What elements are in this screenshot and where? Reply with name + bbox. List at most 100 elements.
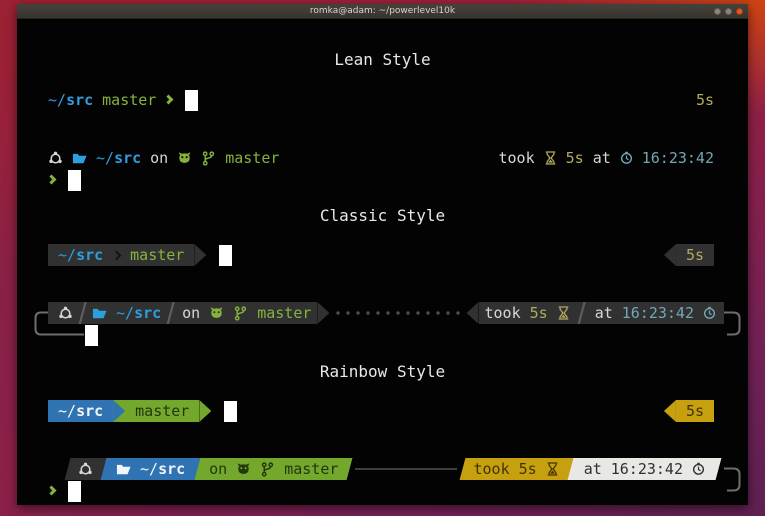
classic-prompt-single: ~/src master 5s	[48, 244, 714, 266]
git-branch-name: master	[284, 460, 338, 478]
classic-duration-segment: took 5s	[479, 302, 576, 324]
rainbow-duration-segment: 5s	[676, 400, 714, 422]
close-button[interactable]	[736, 8, 743, 15]
command-duration: 5s	[696, 89, 714, 111]
dir-prefix: ~/	[58, 402, 76, 420]
git-branch-name: master	[102, 89, 156, 111]
git-branch-name: master	[225, 147, 279, 169]
rainbow-git-segment: master	[125, 400, 199, 422]
at-label: at	[584, 460, 602, 478]
slant-separator	[98, 458, 109, 480]
terminal-cursor	[219, 245, 232, 266]
hourglass-icon	[546, 462, 559, 476]
clock-icon	[620, 151, 633, 165]
took-label: took	[499, 147, 535, 169]
powerline-arrow-icon	[194, 244, 206, 266]
lean-p1-directory: ~/src	[48, 89, 93, 111]
rainbow-git-segment: on master	[203, 458, 344, 480]
window-controls	[714, 8, 743, 15]
git-branch-icon	[260, 462, 275, 477]
on-label: on	[150, 147, 168, 169]
folder-icon	[72, 151, 87, 166]
dir-name: src	[76, 246, 103, 264]
window-title: romka@adam: ~/powerlevel10k	[310, 4, 455, 19]
clock-icon	[703, 306, 716, 320]
ubuntu-logo-icon	[78, 462, 93, 477]
prompt-frame-right	[724, 311, 741, 337]
powerline-arrow-icon	[113, 400, 125, 422]
git-branch-icon	[233, 306, 248, 321]
lean-p2-directory: ~/src	[96, 147, 141, 169]
powerline-arrow-icon	[467, 302, 479, 324]
chevron-right-icon	[47, 485, 57, 495]
gap-filler-line	[355, 468, 456, 470]
slant-separator	[457, 458, 468, 480]
terminal-content[interactable]: Lean Style ~/src master 5s ~/src on mast…	[17, 20, 748, 505]
folder-icon	[116, 462, 131, 477]
command-duration: 5s	[530, 304, 548, 322]
dir-prefix: ~/	[96, 149, 114, 167]
at-label: at	[593, 147, 611, 169]
dir-name: src	[114, 149, 141, 167]
folder-icon	[92, 306, 107, 321]
segment-separator-icon	[112, 250, 122, 260]
gap-filler-dots	[331, 302, 464, 324]
on-label: on	[209, 460, 227, 478]
slant-separator	[62, 458, 73, 480]
hourglass-icon	[557, 306, 570, 320]
rainbow-os-segment	[73, 458, 98, 480]
terminal-cursor	[85, 325, 98, 346]
terminal-window: romka@adam: ~/powerlevel10k Lean Style ~…	[17, 4, 748, 505]
thin-separator	[576, 302, 587, 324]
current-time: 16:23:42	[622, 304, 694, 322]
rainbow-style-heading: Rainbow Style	[17, 362, 748, 381]
github-icon	[209, 306, 224, 321]
chevron-right-icon	[47, 174, 57, 184]
rainbow-prompt-multiline: ~/src on master took 5	[48, 458, 724, 502]
dir-name: src	[134, 304, 161, 322]
terminal-cursor	[68, 481, 81, 502]
took-label: took	[474, 460, 510, 478]
dir-prefix: ~/	[58, 246, 76, 264]
classic-time-segment: at 16:23:42	[587, 302, 724, 324]
dir-prefix: ~/	[140, 460, 158, 478]
terminal-cursor	[68, 170, 81, 191]
git-branch-name: master	[135, 400, 189, 422]
command-duration: 5s	[686, 400, 704, 422]
current-time: 16:23:42	[611, 460, 683, 478]
classic-prompt-line1: ~/src on master took 5	[48, 302, 724, 324]
current-time: 16:23:42	[642, 147, 714, 169]
minimize-button[interactable]	[714, 8, 721, 15]
classic-right-segment: 5s	[676, 244, 714, 266]
classic-p2-directory: ~/src	[116, 304, 161, 322]
github-icon	[177, 151, 192, 166]
command-duration: 5s	[686, 244, 704, 266]
git-branch-name: master	[130, 244, 184, 266]
took-label: took	[485, 304, 521, 322]
terminal-cursor	[224, 401, 237, 422]
powerline-arrow-icon	[199, 400, 211, 422]
classic-git-segment: on master	[176, 302, 317, 324]
powerline-arrow-icon	[317, 302, 329, 324]
dir-name: src	[76, 402, 103, 420]
rainbow-dir-segment: ~/src	[48, 400, 113, 422]
slant-separator	[713, 458, 724, 480]
classic-dir-segment: ~/src	[88, 302, 165, 324]
on-label: on	[182, 304, 200, 322]
dir-prefix: ~/	[48, 91, 66, 109]
prompt-frame-right	[724, 467, 741, 493]
ubuntu-logo-icon	[48, 151, 63, 166]
classic-prompt-multiline: ~/src on master took 5	[48, 302, 724, 346]
classic-style-heading: Classic Style	[17, 206, 748, 225]
rainbow-prompt-line2	[48, 480, 724, 502]
clock-icon	[692, 462, 705, 476]
window-titlebar[interactable]: romka@adam: ~/powerlevel10k	[17, 4, 748, 19]
lean-prompt-multiline-line1: ~/src on master took 5s at 16:23:42	[48, 147, 714, 169]
at-label: at	[595, 304, 613, 322]
chevron-right-icon	[164, 94, 174, 104]
hourglass-icon	[544, 151, 557, 165]
terminal-cursor	[185, 90, 198, 111]
rainbow-prompt-single: ~/src master 5s	[48, 400, 714, 422]
lean-prompt-single: ~/src master 5s	[48, 89, 714, 111]
maximize-button[interactable]	[725, 8, 732, 15]
